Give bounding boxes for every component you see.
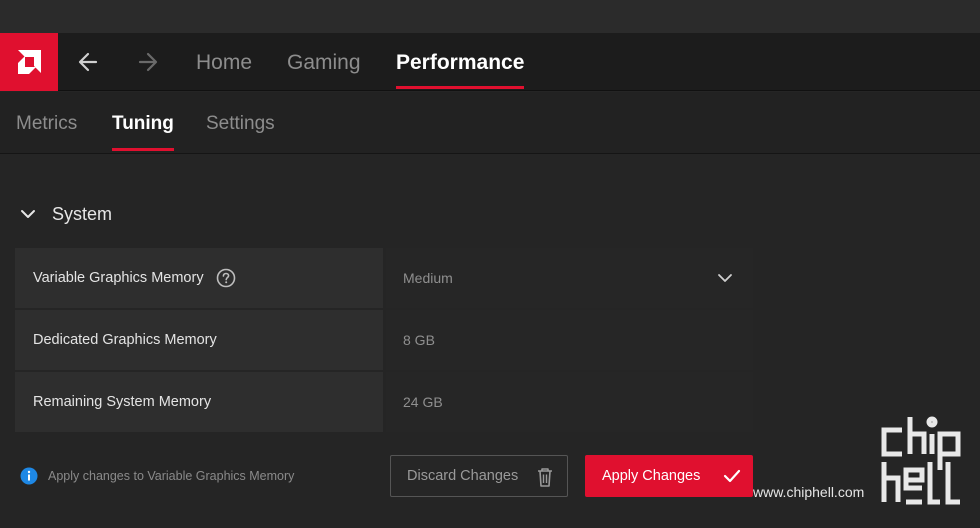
subtab-tuning[interactable]: Tuning <box>112 92 174 154</box>
subtab-tuning-label: Tuning <box>112 113 174 134</box>
tab-home[interactable]: Home <box>196 33 252 91</box>
apply-changes-label: Apply Changes <box>602 468 701 484</box>
apply-changes-button[interactable]: Apply Changes <box>585 455 753 497</box>
chevron-down-icon <box>21 210 35 218</box>
checkmark-icon <box>723 469 741 483</box>
subtab-metrics-label: Metrics <box>16 113 78 134</box>
info-icon <box>20 467 38 485</box>
trash-icon <box>538 468 552 487</box>
variable-graphics-memory-dropdown[interactable]: Medium <box>386 248 753 308</box>
subtab-settings[interactable]: Settings <box>206 92 275 154</box>
window-titlebar <box>0 0 980 33</box>
info-text: Apply changes to Variable Graphics Memor… <box>48 469 295 483</box>
setting-label-cell: Dedicated Graphics Memory <box>15 310 383 370</box>
subtab-settings-label: Settings <box>206 113 275 134</box>
active-subtab-indicator <box>112 148 174 151</box>
setting-value-cell: 24 GB <box>386 372 753 432</box>
discard-changes-button[interactable]: Discard Changes <box>390 455 568 497</box>
tab-performance-label: Performance <box>396 51 525 74</box>
arrow-left-icon <box>78 52 98 72</box>
system-section-toggle[interactable]: System <box>18 198 112 230</box>
setting-row-dedicated-graphics-memory: Dedicated Graphics Memory 8 GB <box>15 310 753 370</box>
setting-row-variable-graphics-memory: Variable Graphics Memory Medium <box>15 248 753 308</box>
setting-value-cell: 8 GB <box>386 310 753 370</box>
info-message: Apply changes to Variable Graphics Memor… <box>20 466 294 486</box>
tab-gaming-label: Gaming <box>287 51 361 74</box>
chevron-down-icon <box>718 274 732 282</box>
section-title: System <box>52 203 113 224</box>
amd-logo[interactable] <box>0 33 58 91</box>
setting-row-remaining-system-memory: Remaining System Memory 24 GB <box>15 372 753 432</box>
sub-navigation-bar: Metrics Tuning Settings <box>0 92 980 154</box>
question-circle-icon <box>216 268 235 288</box>
setting-label-cell: Remaining System Memory <box>15 372 383 432</box>
setting-label: Variable Graphics Memory <box>33 270 204 286</box>
setting-value: 24 GB <box>403 394 443 410</box>
tab-gaming[interactable]: Gaming <box>287 33 361 91</box>
forward-button[interactable] <box>128 33 168 91</box>
active-tab-indicator <box>396 86 525 89</box>
watermark-url: www.chiphell.com <box>753 484 865 500</box>
back-button[interactable] <box>68 33 108 91</box>
arrow-right-icon <box>138 52 158 72</box>
dropdown-selected-value: Medium <box>403 270 453 286</box>
setting-value: 8 GB <box>403 332 435 348</box>
setting-label-cell: Variable Graphics Memory <box>15 248 383 308</box>
help-icon[interactable] <box>216 268 236 288</box>
top-navigation-bar: Home Gaming Performance <box>0 33 980 91</box>
tab-performance[interactable]: Performance <box>396 33 525 91</box>
chiphell-watermark-logo <box>881 416 961 505</box>
setting-label: Remaining System Memory <box>33 394 212 410</box>
tab-home-label: Home <box>196 51 253 74</box>
amd-logo-icon <box>18 50 41 74</box>
discard-changes-label: Discard Changes <box>407 468 519 484</box>
subtab-metrics[interactable]: Metrics <box>16 92 77 154</box>
setting-label: Dedicated Graphics Memory <box>33 332 217 348</box>
